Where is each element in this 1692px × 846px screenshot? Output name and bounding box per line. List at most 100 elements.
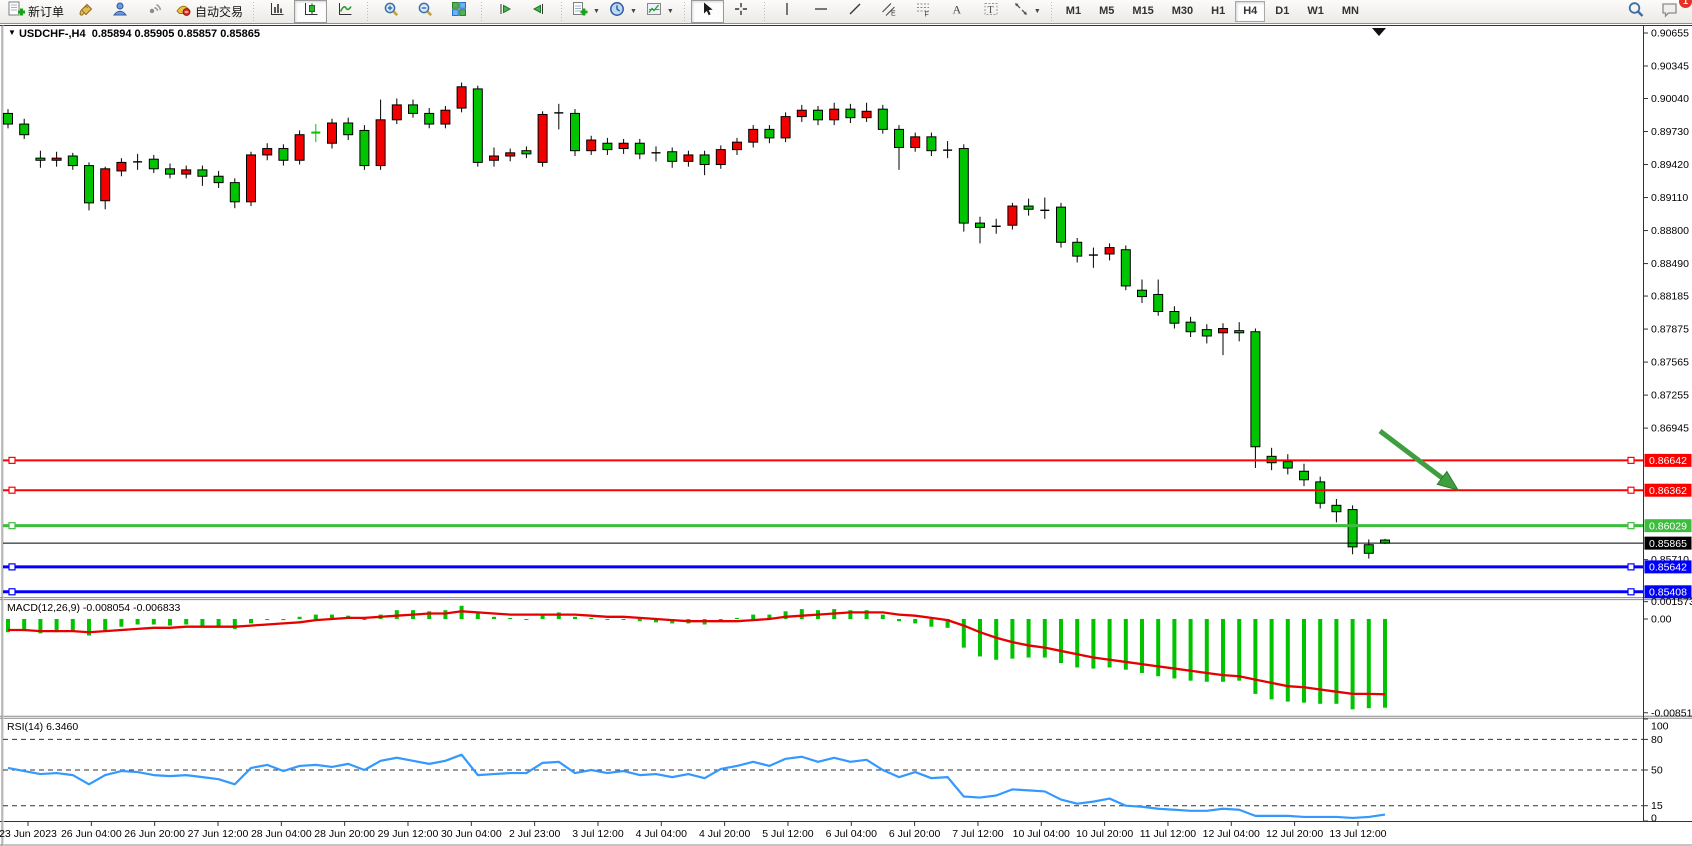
timeframe-W1[interactable]: W1	[1299, 1, 1332, 22]
toolbar: 新订单 自动交易	[0, 0, 1692, 24]
paint-bucket-button[interactable]	[69, 0, 102, 23]
dropdown-caret-icon: ▼	[593, 8, 600, 15]
price-tick: 0.90345	[1651, 61, 1689, 73]
text-label-tool-button[interactable]: T	[975, 0, 1008, 23]
arrows-tool-button[interactable]: ▼	[1009, 0, 1045, 23]
equidistant-channel-tool-button[interactable]: E	[873, 0, 906, 23]
signal-button[interactable]	[137, 0, 170, 23]
chart-canvas[interactable]: 0.906550.903450.900400.897300.894200.891…	[0, 25, 1692, 846]
toolbar-separator	[558, 2, 565, 22]
search-icon	[1627, 1, 1645, 23]
autotrading-label: 自动交易	[195, 3, 243, 20]
price-tick: 0.87565	[1651, 357, 1689, 369]
paint-bucket-icon	[78, 1, 94, 22]
line-chart-button[interactable]	[328, 0, 361, 23]
chart-shift-icon	[531, 1, 547, 22]
auto-scroll-icon	[497, 1, 513, 22]
templates-icon	[646, 1, 662, 22]
rsi-tick: 100	[1651, 721, 1669, 733]
periods-button[interactable]: ▼	[605, 0, 641, 23]
price-tick: 0.89730	[1651, 126, 1689, 138]
horizontal-line-tool-button[interactable]	[805, 0, 838, 23]
price-tick: 0.87255	[1651, 390, 1689, 402]
text-tool-button[interactable]: A	[941, 0, 974, 23]
trendline-icon	[847, 1, 863, 22]
time-label: 28 Jun 20:00	[314, 828, 375, 840]
svg-text:E: E	[891, 11, 896, 18]
time-label: 4 Jul 20:00	[699, 828, 751, 840]
crosshair-icon	[733, 1, 749, 22]
timeframe-M30[interactable]: M30	[1164, 1, 1201, 22]
time-label: 12 Jul 20:00	[1266, 828, 1323, 840]
collapse-arrow-icon[interactable]: ▼	[8, 28, 16, 37]
line-handle	[1628, 523, 1634, 529]
zoom-out-button[interactable]	[408, 0, 441, 23]
line-handle	[9, 523, 15, 529]
svg-text:0.86029: 0.86029	[1649, 520, 1687, 532]
timeframe-M1[interactable]: M1	[1058, 1, 1089, 22]
line-handle	[9, 457, 15, 463]
chart-shift-button[interactable]	[522, 0, 555, 23]
toolbar-separator	[681, 2, 688, 22]
indicators-button[interactable]: ▼	[568, 0, 604, 23]
vertical-line-icon	[779, 1, 795, 22]
timeframe-H4[interactable]: H4	[1235, 1, 1265, 22]
bar-chart-button[interactable]	[260, 0, 293, 23]
profile-button[interactable]	[103, 0, 136, 23]
svg-text:T: T	[988, 5, 994, 16]
line-handle	[1628, 457, 1634, 463]
svg-text:0.85642: 0.85642	[1649, 562, 1687, 574]
timeframe-H1[interactable]: H1	[1203, 1, 1233, 22]
price-tick: 0.86945	[1651, 423, 1689, 435]
trendline-tool-button[interactable]	[839, 0, 872, 23]
time-label: 7 Jul 12:00	[952, 828, 1004, 840]
templates-button[interactable]: ▼	[642, 0, 678, 23]
search-button[interactable]	[1619, 0, 1652, 23]
cursor-tool-button[interactable]	[691, 0, 724, 23]
timeframe-M15[interactable]: M15	[1124, 1, 1161, 22]
chat-bubble-icon	[1661, 1, 1679, 23]
line-handle	[1628, 487, 1634, 493]
timeframe-group: M1M5M15M30H1H4D1W1MN	[1058, 1, 1367, 22]
rsi-line	[8, 755, 1385, 818]
timeframe-D1[interactable]: D1	[1267, 1, 1297, 22]
line-handle	[9, 589, 15, 595]
time-label: 29 Jun 12:00	[378, 828, 439, 840]
new-order-label: 新订单	[28, 3, 64, 20]
rsi-tick: 80	[1651, 734, 1663, 746]
arrows-icon	[1013, 1, 1029, 22]
svg-text:0.86362: 0.86362	[1649, 485, 1687, 497]
autotrading-icon	[175, 1, 192, 22]
macd-signal-line	[8, 611, 1385, 694]
zoom-out-icon	[417, 1, 433, 22]
fibonacci-tool-button[interactable]: F	[907, 0, 940, 23]
svg-text:0.85865: 0.85865	[1649, 538, 1687, 550]
price-tick: 0.88800	[1651, 225, 1689, 237]
timeframe-M5[interactable]: M5	[1091, 1, 1122, 22]
candlestick-chart-button[interactable]	[294, 0, 327, 23]
candlestick-chart-icon	[303, 1, 319, 22]
autotrading-button[interactable]: 自动交易	[171, 0, 247, 23]
svg-text:A: A	[953, 3, 962, 17]
scroll-anchor-icon	[1372, 28, 1386, 36]
time-label: 27 Jun 12:00	[188, 828, 249, 840]
chat-button[interactable]: 1	[1653, 0, 1686, 23]
zoom-in-button[interactable]	[374, 0, 407, 23]
crosshair-tool-button[interactable]	[725, 0, 758, 23]
new-order-button[interactable]: 新订单	[4, 0, 68, 23]
fibonacci-icon: F	[915, 1, 931, 22]
svg-text:F: F	[925, 12, 929, 18]
time-label: 12 Jul 04:00	[1203, 828, 1260, 840]
rsi-tick: 50	[1651, 765, 1663, 777]
timeframe-MN[interactable]: MN	[1334, 1, 1367, 22]
line-handle	[1628, 564, 1634, 570]
bar-chart-icon	[269, 1, 285, 22]
time-label: 30 Jun 04:00	[441, 828, 502, 840]
tile-windows-button[interactable]	[442, 0, 475, 23]
auto-scroll-button[interactable]	[488, 0, 521, 23]
line-handle	[9, 564, 15, 570]
toolbar-separator	[364, 2, 371, 22]
ohlc-quotes: 0.85894 0.85905 0.85857 0.85865	[92, 28, 260, 40]
vertical-line-tool-button[interactable]	[771, 0, 804, 23]
svg-text:0.86642: 0.86642	[1649, 455, 1687, 467]
